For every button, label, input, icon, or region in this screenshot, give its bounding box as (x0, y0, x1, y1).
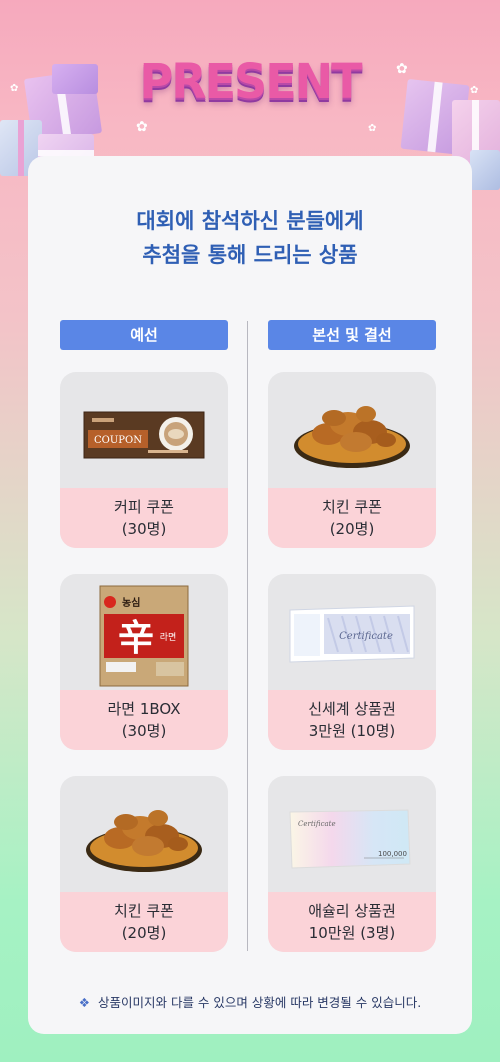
prize-name: 신세계 상품권 (308, 700, 396, 718)
prize-label: 치킨 쿠폰 (20명) (268, 488, 436, 548)
prize-quantity: (30명) (121, 722, 167, 740)
column-header-finals: 본선 및 결선 (268, 320, 436, 350)
product-text: 라면 (160, 632, 177, 643)
flower-icon: ✿ (136, 119, 148, 135)
gift-box-right-blue (470, 150, 500, 190)
brand-text: 농심 (122, 596, 140, 609)
diamond-icon: ❖ (78, 995, 90, 1010)
certificate-text: Certificate (339, 631, 393, 642)
gift-certificate-image: Certificate (268, 574, 436, 690)
prize-item-ashley-voucher: Certificate 100,000 애슐리 상품권 10만원 (3명) (268, 776, 436, 952)
column-header-preliminary: 예선 (60, 320, 228, 350)
prize-label: 치킨 쿠폰 (20명) (60, 892, 228, 952)
prize-item-coffee-coupon: COUPON 커피 쿠폰 (30명) (60, 372, 228, 548)
amount-text: 100,000 (378, 850, 407, 858)
footnote-text: 상품이미지와 다를 수 있으며 상황에 따라 변경될 수 있습니다. (97, 995, 422, 1010)
fried-chicken-image (268, 372, 436, 488)
prize-name: 커피 쿠폰 (114, 498, 174, 516)
prize-label: 라면 1BOX (30명) (60, 690, 228, 750)
prize-name: 치킨 쿠폰 (322, 498, 382, 516)
prize-quantity: 10만원 (3명) (308, 924, 396, 942)
certificate-text: Certificate (298, 820, 336, 828)
prize-label: 애슐리 상품권 10만원 (3명) (268, 892, 436, 952)
fried-chicken-image (60, 776, 228, 892)
prize-card: 대회에 참석하신 분들에게 추첨을 통해 드리는 상품 예선 본선 및 결선 C… (28, 156, 472, 1034)
intro-line-2: 추첨을 통해 드리는 상품 (142, 243, 358, 267)
prize-quantity: 3만원 (10명) (308, 722, 396, 740)
prize-item-ramen-box: 농심 辛 라면 라면 1BOX (30명) (60, 574, 228, 750)
prize-item-chicken-coupon: 치킨 쿠폰 (20명) (268, 372, 436, 548)
prize-label: 신세계 상품권 3만원 (10명) (268, 690, 436, 750)
prize-name: 치킨 쿠폰 (114, 902, 174, 920)
prize-name: 라면 1BOX (107, 700, 181, 718)
column-divider (247, 321, 248, 951)
intro-text: 대회에 참석하신 분들에게 추첨을 통해 드리는 상품 (28, 204, 472, 272)
ramen-box-image: 농심 辛 라면 (60, 574, 228, 690)
prize-quantity: (30명) (121, 520, 167, 538)
gift-card-image: Certificate 100,000 (268, 776, 436, 892)
flower-icon: ✿ (368, 123, 377, 134)
prize-quantity: (20명) (121, 924, 167, 942)
coupon-text: COUPON (94, 435, 142, 446)
intro-line-1: 대회에 참석하신 분들에게 (136, 209, 364, 233)
prize-item-chicken-coupon: 치킨 쿠폰 (20명) (60, 776, 228, 952)
page-title: PRESENT (139, 52, 363, 110)
footnote: ❖ 상품이미지와 다를 수 있으며 상황에 따라 변경될 수 있습니다. (28, 992, 472, 1011)
product-char: 辛 (118, 617, 154, 659)
prize-item-shinsegae-voucher: Certificate 신세계 상품권 3만원 (10명) (268, 574, 436, 750)
prize-name: 애슐리 상품권 (308, 902, 396, 920)
prize-quantity: (20명) (329, 520, 375, 538)
coffee-coupon-image: COUPON (60, 372, 228, 488)
prize-label: 커피 쿠폰 (30명) (60, 488, 228, 548)
